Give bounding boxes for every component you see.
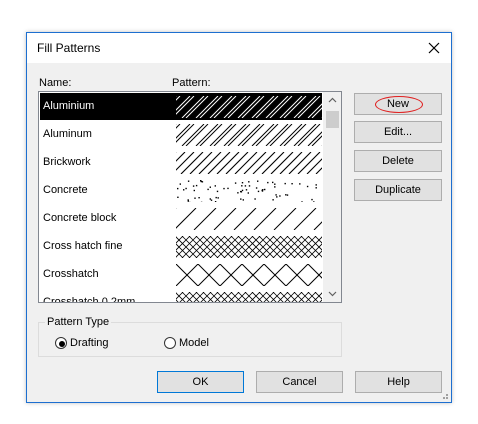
dialog-title: Fill Patterns — [37, 41, 101, 55]
scroll-down-button[interactable] — [324, 285, 341, 302]
edit-button[interactable]: Edit... — [354, 121, 442, 143]
new-button[interactable]: New — [354, 93, 442, 115]
chevron-down-icon — [328, 291, 337, 297]
title-bar: Fill Patterns — [27, 33, 451, 63]
highlight-ring — [375, 96, 423, 113]
resize-grip-icon[interactable] — [439, 390, 449, 400]
pattern-preview — [176, 208, 322, 230]
pattern-name: Aluminium — [43, 100, 95, 112]
name-column-header: Name: — [39, 77, 72, 89]
list-item[interactable]: Concrete — [40, 177, 322, 204]
chevron-up-icon — [328, 97, 337, 103]
scroll-thumb[interactable] — [326, 111, 339, 128]
vertical-scrollbar[interactable] — [323, 92, 341, 302]
ok-button[interactable]: OK — [157, 371, 244, 393]
pattern-preview — [176, 124, 322, 146]
list-item[interactable]: Crosshatch 0.2mm — [40, 289, 322, 303]
pattern-type-label: Pattern Type — [45, 316, 112, 328]
help-button[interactable]: Help — [355, 371, 442, 393]
scroll-up-button[interactable] — [324, 92, 341, 109]
model-radio-label: Model — [179, 337, 209, 349]
pattern-column-header: Pattern: — [172, 77, 211, 89]
close-button[interactable] — [423, 37, 445, 59]
fill-patterns-dialog: Fill Patterns Name: Pattern: Aluminium Al… — [26, 32, 452, 403]
pattern-preview — [176, 236, 322, 258]
pattern-name: Cross hatch fine — [43, 240, 123, 252]
cancel-button[interactable]: Cancel — [256, 371, 343, 393]
pattern-name: Aluminum — [43, 128, 92, 140]
delete-button[interactable]: Delete — [354, 150, 442, 172]
radio-dot — [59, 341, 65, 347]
list-item[interactable]: Concrete block — [40, 205, 322, 232]
close-icon — [428, 42, 440, 54]
list-item[interactable]: Aluminium — [40, 93, 322, 120]
duplicate-button[interactable]: Duplicate — [354, 179, 442, 201]
pattern-preview — [176, 152, 322, 174]
list-item[interactable]: Brickwork — [40, 149, 322, 176]
pattern-name: Brickwork — [43, 156, 91, 168]
pattern-preview — [177, 180, 317, 202]
radio-circle — [164, 337, 176, 349]
pattern-name: Crosshatch — [43, 268, 99, 280]
radio-circle — [55, 337, 67, 349]
pattern-preview — [176, 96, 322, 118]
list-item[interactable]: Crosshatch — [40, 261, 322, 288]
pattern-preview — [176, 292, 322, 302]
pattern-name: Crosshatch 0.2mm — [43, 296, 136, 303]
pattern-name: Concrete block — [43, 212, 117, 224]
pattern-name: Concrete — [43, 184, 88, 196]
list-item[interactable]: Aluminum — [40, 121, 322, 148]
list-item[interactable]: Cross hatch fine — [40, 233, 322, 260]
pattern-preview — [176, 264, 322, 286]
drafting-radio-label: Drafting — [70, 337, 109, 349]
pattern-list[interactable]: Aluminium Aluminum Brickwork Concrete Concre… — [38, 91, 342, 303]
